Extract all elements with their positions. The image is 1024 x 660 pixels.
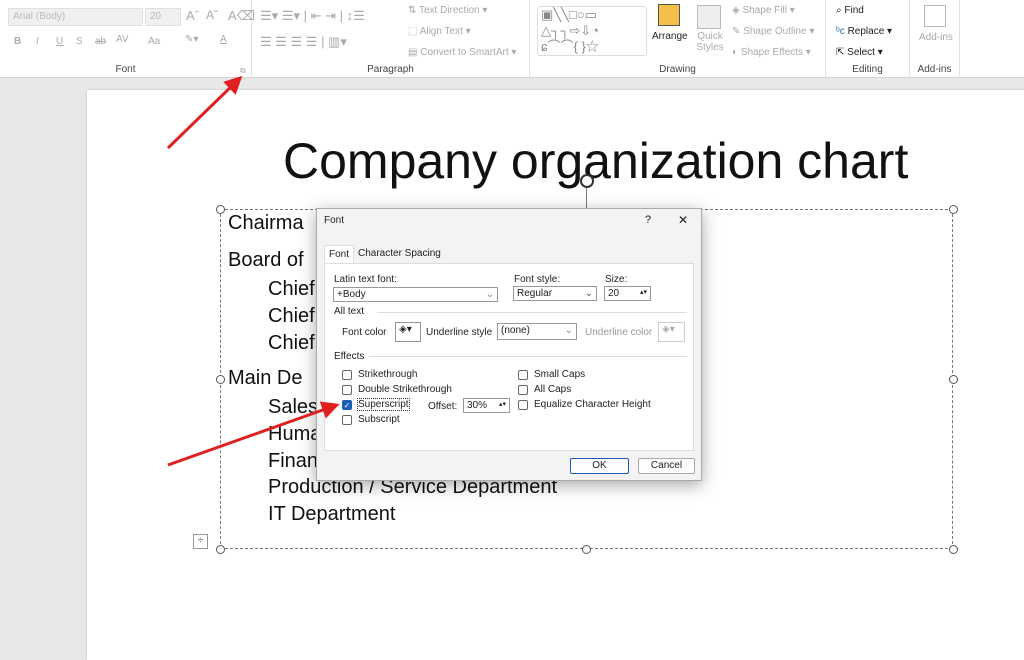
underline-color-label: Underline color bbox=[585, 327, 653, 338]
font-style-label: Font style: bbox=[514, 274, 561, 285]
size-label: Size: bbox=[605, 274, 628, 285]
font-color-picker[interactable]: ◈▾ bbox=[395, 322, 421, 342]
font-style-combo[interactable]: Regular ⌄ bbox=[513, 286, 597, 301]
tab-character-spacing[interactable]: Character Spacing bbox=[358, 248, 441, 259]
ok-button[interactable]: OK bbox=[570, 458, 629, 474]
label-superscript[interactable]: Superscript bbox=[357, 398, 410, 411]
red-arrow-launcher bbox=[166, 75, 243, 150]
help-button[interactable]: ? bbox=[645, 214, 651, 226]
close-button[interactable]: ✕ bbox=[678, 213, 688, 227]
size-spinner[interactable]: 20 ▴▾ bbox=[604, 286, 651, 301]
checkbox-small-caps[interactable] bbox=[518, 370, 528, 380]
font-style-value: Regular bbox=[517, 288, 553, 299]
underline-style-combo[interactable]: (none) ⌄ bbox=[497, 323, 577, 340]
checkbox-double-strikethrough[interactable] bbox=[342, 385, 352, 395]
underline-style-label: Underline style bbox=[426, 327, 493, 338]
offset-value: 30% bbox=[467, 400, 488, 411]
checkbox-equalize-character-height[interactable] bbox=[518, 400, 528, 410]
effects-label: Effects bbox=[334, 351, 365, 362]
label-subscript[interactable]: Subscript bbox=[358, 414, 400, 425]
checkbox-subscript[interactable] bbox=[342, 415, 352, 425]
label-equalize-character-height[interactable]: Equalize Character Height bbox=[534, 399, 651, 410]
label-small-caps[interactable]: Small Caps bbox=[534, 369, 585, 380]
size-value: 20 bbox=[608, 288, 620, 299]
label-strikethrough[interactable]: Strikethrough bbox=[358, 369, 417, 380]
cancel-button[interactable]: Cancel bbox=[638, 458, 695, 474]
label-double-strikethrough[interactable]: Double Strikethrough bbox=[358, 384, 452, 395]
latin-font-combo[interactable]: +Body ⌄ bbox=[333, 287, 498, 302]
divider bbox=[377, 312, 687, 313]
dialog-title: Font bbox=[324, 215, 345, 226]
checkbox-superscript[interactable]: ✓ bbox=[342, 400, 352, 410]
font-color-label: Font color bbox=[342, 327, 387, 338]
checkbox-all-caps[interactable] bbox=[518, 385, 528, 395]
latin-font-label: Latin text font: bbox=[334, 274, 397, 285]
all-text-label: All text bbox=[334, 306, 365, 317]
checkbox-strikethrough[interactable] bbox=[342, 370, 352, 380]
latin-font-value: +Body bbox=[337, 289, 366, 300]
divider bbox=[369, 356, 687, 357]
underline-color-picker[interactable]: ◈▾ bbox=[658, 322, 685, 342]
label-all-caps[interactable]: All Caps bbox=[534, 384, 571, 395]
font-dialog: Font ? ✕ Font Character Spacing Latin te… bbox=[316, 208, 702, 481]
underline-style-value: (none) bbox=[501, 325, 530, 336]
offset-spinner[interactable]: 30% ▴▾ bbox=[463, 398, 510, 413]
tab-font[interactable]: Font bbox=[324, 245, 355, 263]
offset-label: Offset: bbox=[428, 401, 458, 412]
